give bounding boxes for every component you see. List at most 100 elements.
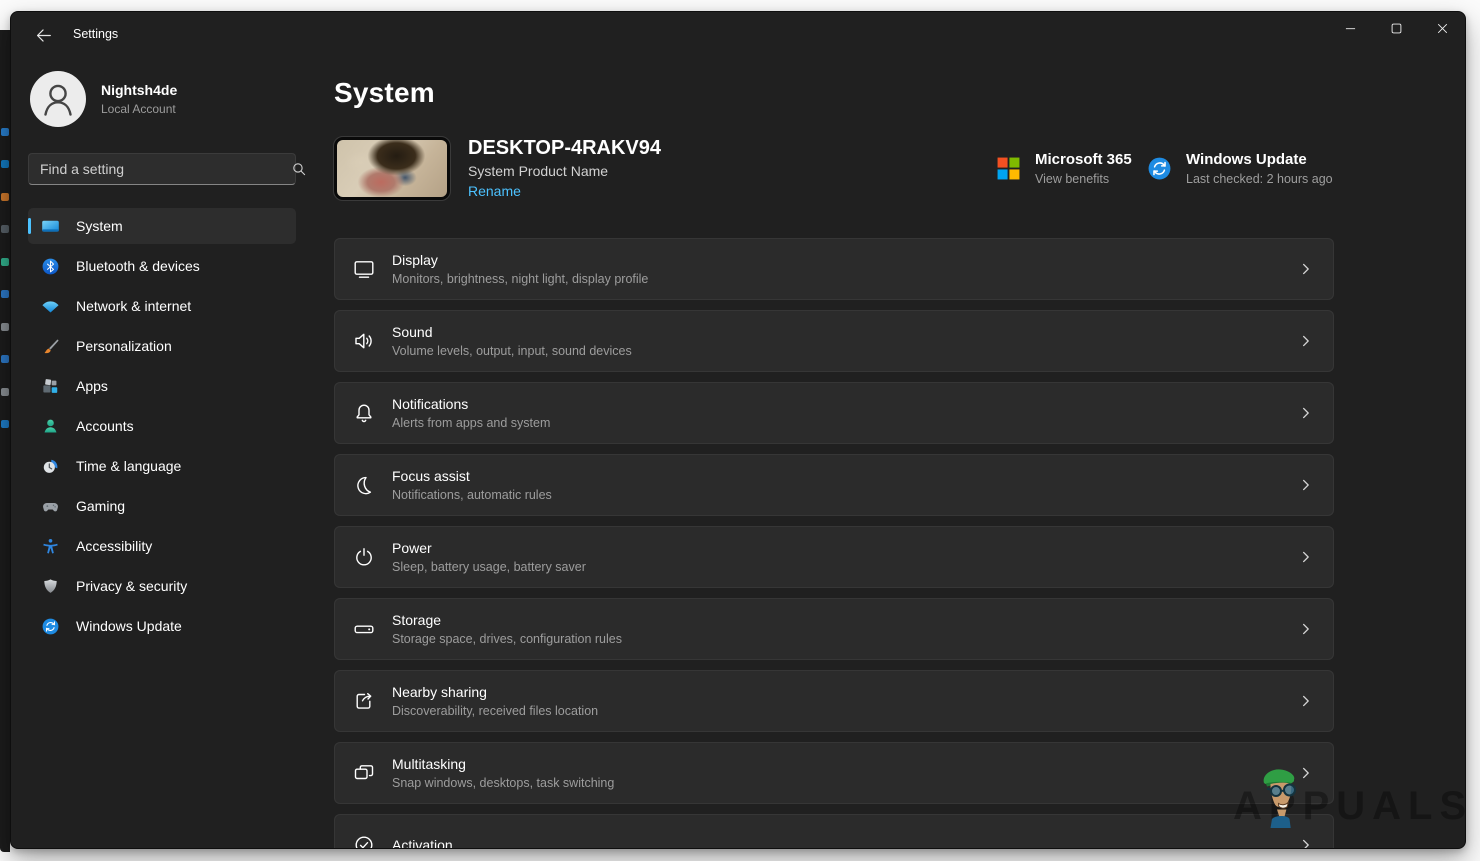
privacy-security-icon	[41, 577, 60, 596]
background-icon-fragment	[1, 128, 9, 136]
sidebar-item-label: Windows Update	[76, 618, 182, 634]
sidebar-item-privacy-security[interactable]: Privacy & security	[28, 568, 296, 604]
selected-indicator	[28, 218, 31, 234]
row-title: Nearby sharing	[392, 685, 598, 700]
sidebar-item-gaming[interactable]: Gaming	[28, 488, 296, 524]
microsoft-365-link[interactable]: Microsoft 365 View benefits	[996, 152, 1132, 186]
sound-icon	[352, 329, 376, 353]
row-subtitle: Discoverability, received files location	[392, 704, 598, 718]
close-button[interactable]	[1419, 12, 1465, 46]
nearby-sharing-icon	[352, 689, 376, 713]
notifications-icon	[352, 401, 376, 425]
quick-link-subtitle: View benefits	[1035, 172, 1132, 186]
row-title: Storage	[392, 613, 622, 628]
sidebar-item-accessibility[interactable]: Accessibility	[28, 528, 296, 564]
window-title: Settings	[73, 27, 118, 41]
page-title: System	[334, 73, 1334, 113]
settings-row-focus-assist[interactable]: Focus assist Notifications, automatic rul…	[334, 454, 1334, 516]
windows-update-link[interactable]: Windows Update Last checked: 2 hours ago	[1147, 152, 1333, 186]
power-icon	[352, 545, 376, 569]
background-icon-fragment	[1, 420, 9, 428]
quick-link-subtitle: Last checked: 2 hours ago	[1186, 172, 1333, 186]
minimize-icon	[1345, 22, 1356, 37]
window-controls	[1327, 12, 1465, 46]
sidebar-nav: System Bluetooth & devices Network & inter…	[28, 208, 317, 644]
settings-rows-list: DisplayMonitors, brightness, night light…	[334, 238, 1334, 849]
sidebar-item-system[interactable]: System	[28, 208, 296, 244]
background-icon-fragment	[1, 225, 9, 233]
settings-row-storage[interactable]: Storage Storage space, drives, configurat…	[334, 598, 1334, 660]
activation-icon	[352, 833, 376, 849]
sidebar-item-accounts[interactable]: Accounts	[28, 408, 296, 444]
sidebar-item-label: Time & language	[76, 458, 181, 474]
sidebar-item-windows-update[interactable]: Windows Update	[28, 608, 296, 644]
device-wallpaper-thumbnail	[334, 137, 450, 200]
background-icon-fragment	[1, 388, 9, 396]
sidebar-item-label: Bluetooth & devices	[76, 258, 200, 274]
background-icon-fragment	[1, 323, 9, 331]
row-title: Focus assist	[392, 469, 552, 484]
display-icon	[352, 257, 376, 281]
sidebar: Nightsh4de Local Account System Bluetooth…	[11, 56, 334, 849]
settings-row-sound[interactable]: SoundVolume levels, output, input, sound…	[334, 310, 1334, 372]
settings-row-notifications[interactable]: Notifications Alerts from apps and system	[334, 382, 1334, 444]
device-info-band: DESKTOP-4RAKV94 System Product Name Rena…	[334, 137, 1334, 200]
maximize-button[interactable]	[1373, 12, 1419, 46]
row-subtitle: Storage space, drives, configuration rul…	[392, 632, 622, 646]
background-window-edge	[0, 30, 10, 852]
sidebar-item-bluetooth-devices[interactable]: Bluetooth & devices	[28, 248, 296, 284]
quick-link-title: Windows Update	[1186, 152, 1333, 168]
sidebar-item-label: Gaming	[76, 498, 125, 514]
rename-link[interactable]: Rename	[468, 183, 521, 199]
sidebar-item-label: Apps	[76, 378, 108, 394]
settings-row-display[interactable]: DisplayMonitors, brightness, night light…	[334, 238, 1334, 300]
settings-row-multitasking[interactable]: MultitaskingSnap windows, desktops, task…	[334, 742, 1334, 804]
main-content: System DESKTOP-4RAKV94 System Product Na…	[334, 56, 1465, 849]
user-name: Nightsh4de	[101, 82, 177, 98]
chevron-right-icon	[1299, 550, 1313, 564]
settings-window: Settings Nightsh4de Local Account	[10, 11, 1466, 849]
back-button[interactable]	[23, 20, 63, 54]
accounts-icon	[41, 417, 60, 436]
sidebar-item-label: Privacy & security	[76, 578, 187, 594]
sidebar-item-time-language[interactable]: Time & language	[28, 448, 296, 484]
windows-update-icon	[1147, 156, 1172, 181]
minimize-button[interactable]	[1327, 12, 1373, 46]
sidebar-item-label: Accessibility	[76, 538, 152, 554]
multitasking-icon	[352, 761, 376, 785]
search-icon[interactable]	[291, 161, 307, 177]
row-subtitle: Monitors, brightness, night light, displ…	[392, 272, 648, 286]
storage-icon	[352, 617, 376, 641]
row-title: Activation	[392, 838, 453, 850]
row-subtitle: Notifications, automatic rules	[392, 488, 552, 502]
row-title: Notifications	[392, 397, 550, 412]
focus-assist-icon	[352, 473, 376, 497]
row-subtitle: Sleep, battery usage, battery saver	[392, 560, 586, 574]
close-icon	[1437, 22, 1448, 37]
sidebar-item-label: Accounts	[76, 418, 134, 434]
row-subtitle: Snap windows, desktops, task switching	[392, 776, 614, 790]
sidebar-item-label: Personalization	[76, 338, 172, 354]
settings-row-power[interactable]: PowerSleep, battery usage, battery saver	[334, 526, 1334, 588]
account-type: Local Account	[101, 102, 177, 116]
maximize-icon	[1391, 22, 1402, 37]
row-subtitle: Alerts from apps and system	[392, 416, 550, 430]
user-account-block: Nightsh4de Local Account	[30, 71, 317, 127]
titlebar[interactable]: Settings	[11, 12, 1465, 56]
gaming-icon	[41, 497, 60, 516]
sidebar-item-label: Network & internet	[76, 298, 191, 314]
sidebar-item-label: System	[76, 218, 123, 234]
settings-row-nearby-sharing[interactable]: Nearby sharing Discoverability, received …	[334, 670, 1334, 732]
sidebar-item-personalization[interactable]: Personalization	[28, 328, 296, 364]
background-icon-fragment	[1, 290, 9, 298]
sidebar-item-apps[interactable]: Apps	[28, 368, 296, 404]
search-input[interactable]	[28, 153, 296, 185]
chevron-right-icon	[1299, 478, 1313, 492]
chevron-right-icon	[1299, 262, 1313, 276]
sidebar-item-network-internet[interactable]: Network & internet	[28, 288, 296, 324]
chevron-right-icon	[1299, 406, 1313, 420]
settings-row-activation[interactable]: Activation	[334, 814, 1334, 849]
arrow-left-icon	[35, 27, 52, 47]
background-icon-fragment	[1, 355, 9, 363]
background-icon-fragment	[1, 193, 9, 201]
